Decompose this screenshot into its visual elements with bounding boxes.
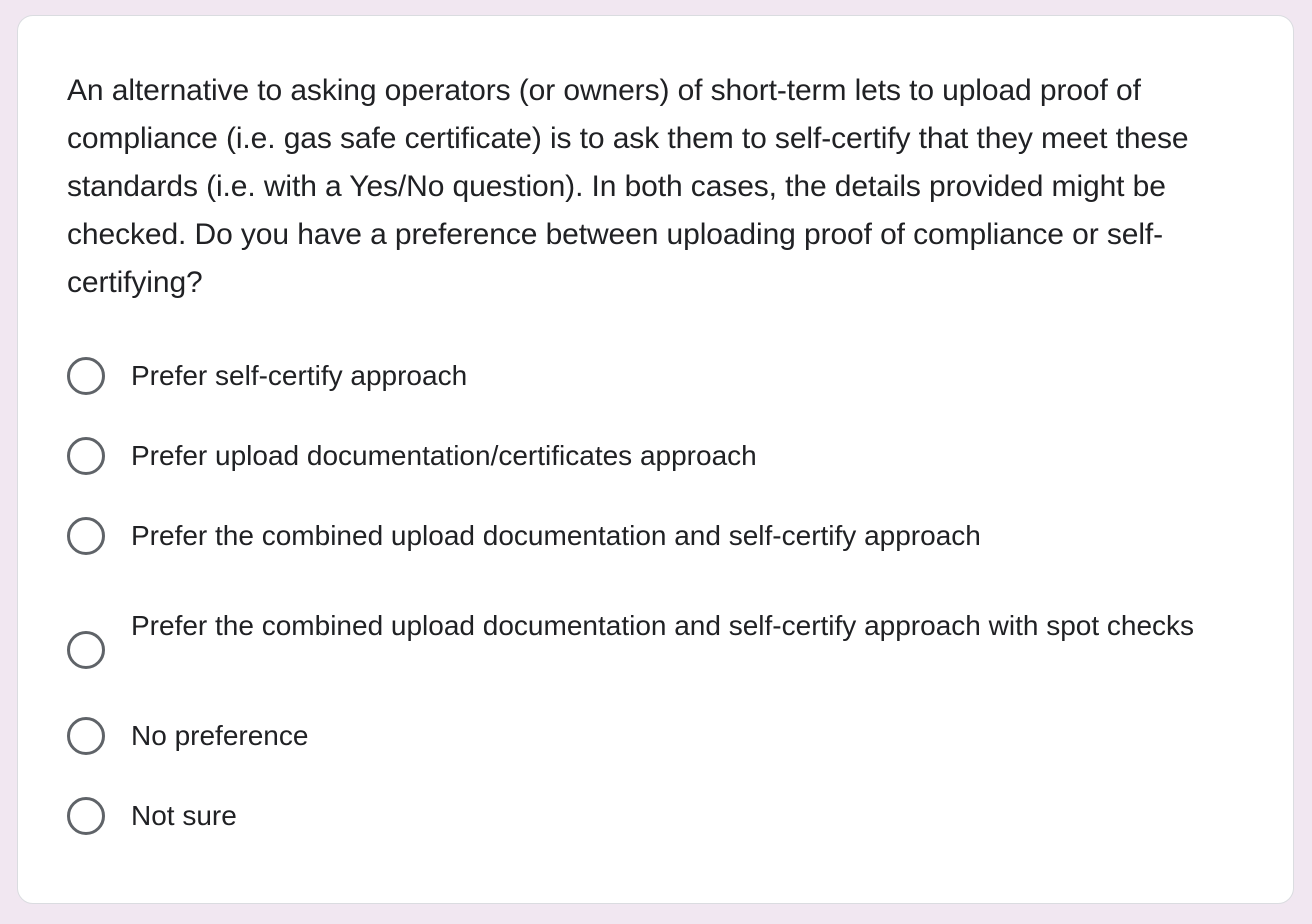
radio-option-label: Prefer self-certify approach (131, 360, 468, 391)
question-text: An alternative to asking operators (or o… (67, 74, 1189, 299)
radio-button-icon[interactable] (67, 631, 105, 669)
question-card: An alternative to asking operators (or o… (17, 15, 1294, 904)
radio-option-label: No preference (131, 720, 309, 751)
radio-button-icon[interactable] (67, 797, 105, 835)
radio-option-label: Not sure (131, 800, 237, 831)
radio-button-icon[interactable] (67, 517, 105, 555)
radio-button-icon[interactable] (67, 357, 105, 395)
radio-button-icon[interactable] (67, 717, 105, 755)
radio-option-label: Prefer the combined upload documentation… (131, 520, 981, 551)
radio-option-label: Prefer the combined upload documentation… (131, 610, 1195, 641)
radio-button-icon[interactable] (67, 437, 105, 475)
radio-option-label: Prefer upload documentation/certificates… (131, 440, 757, 471)
